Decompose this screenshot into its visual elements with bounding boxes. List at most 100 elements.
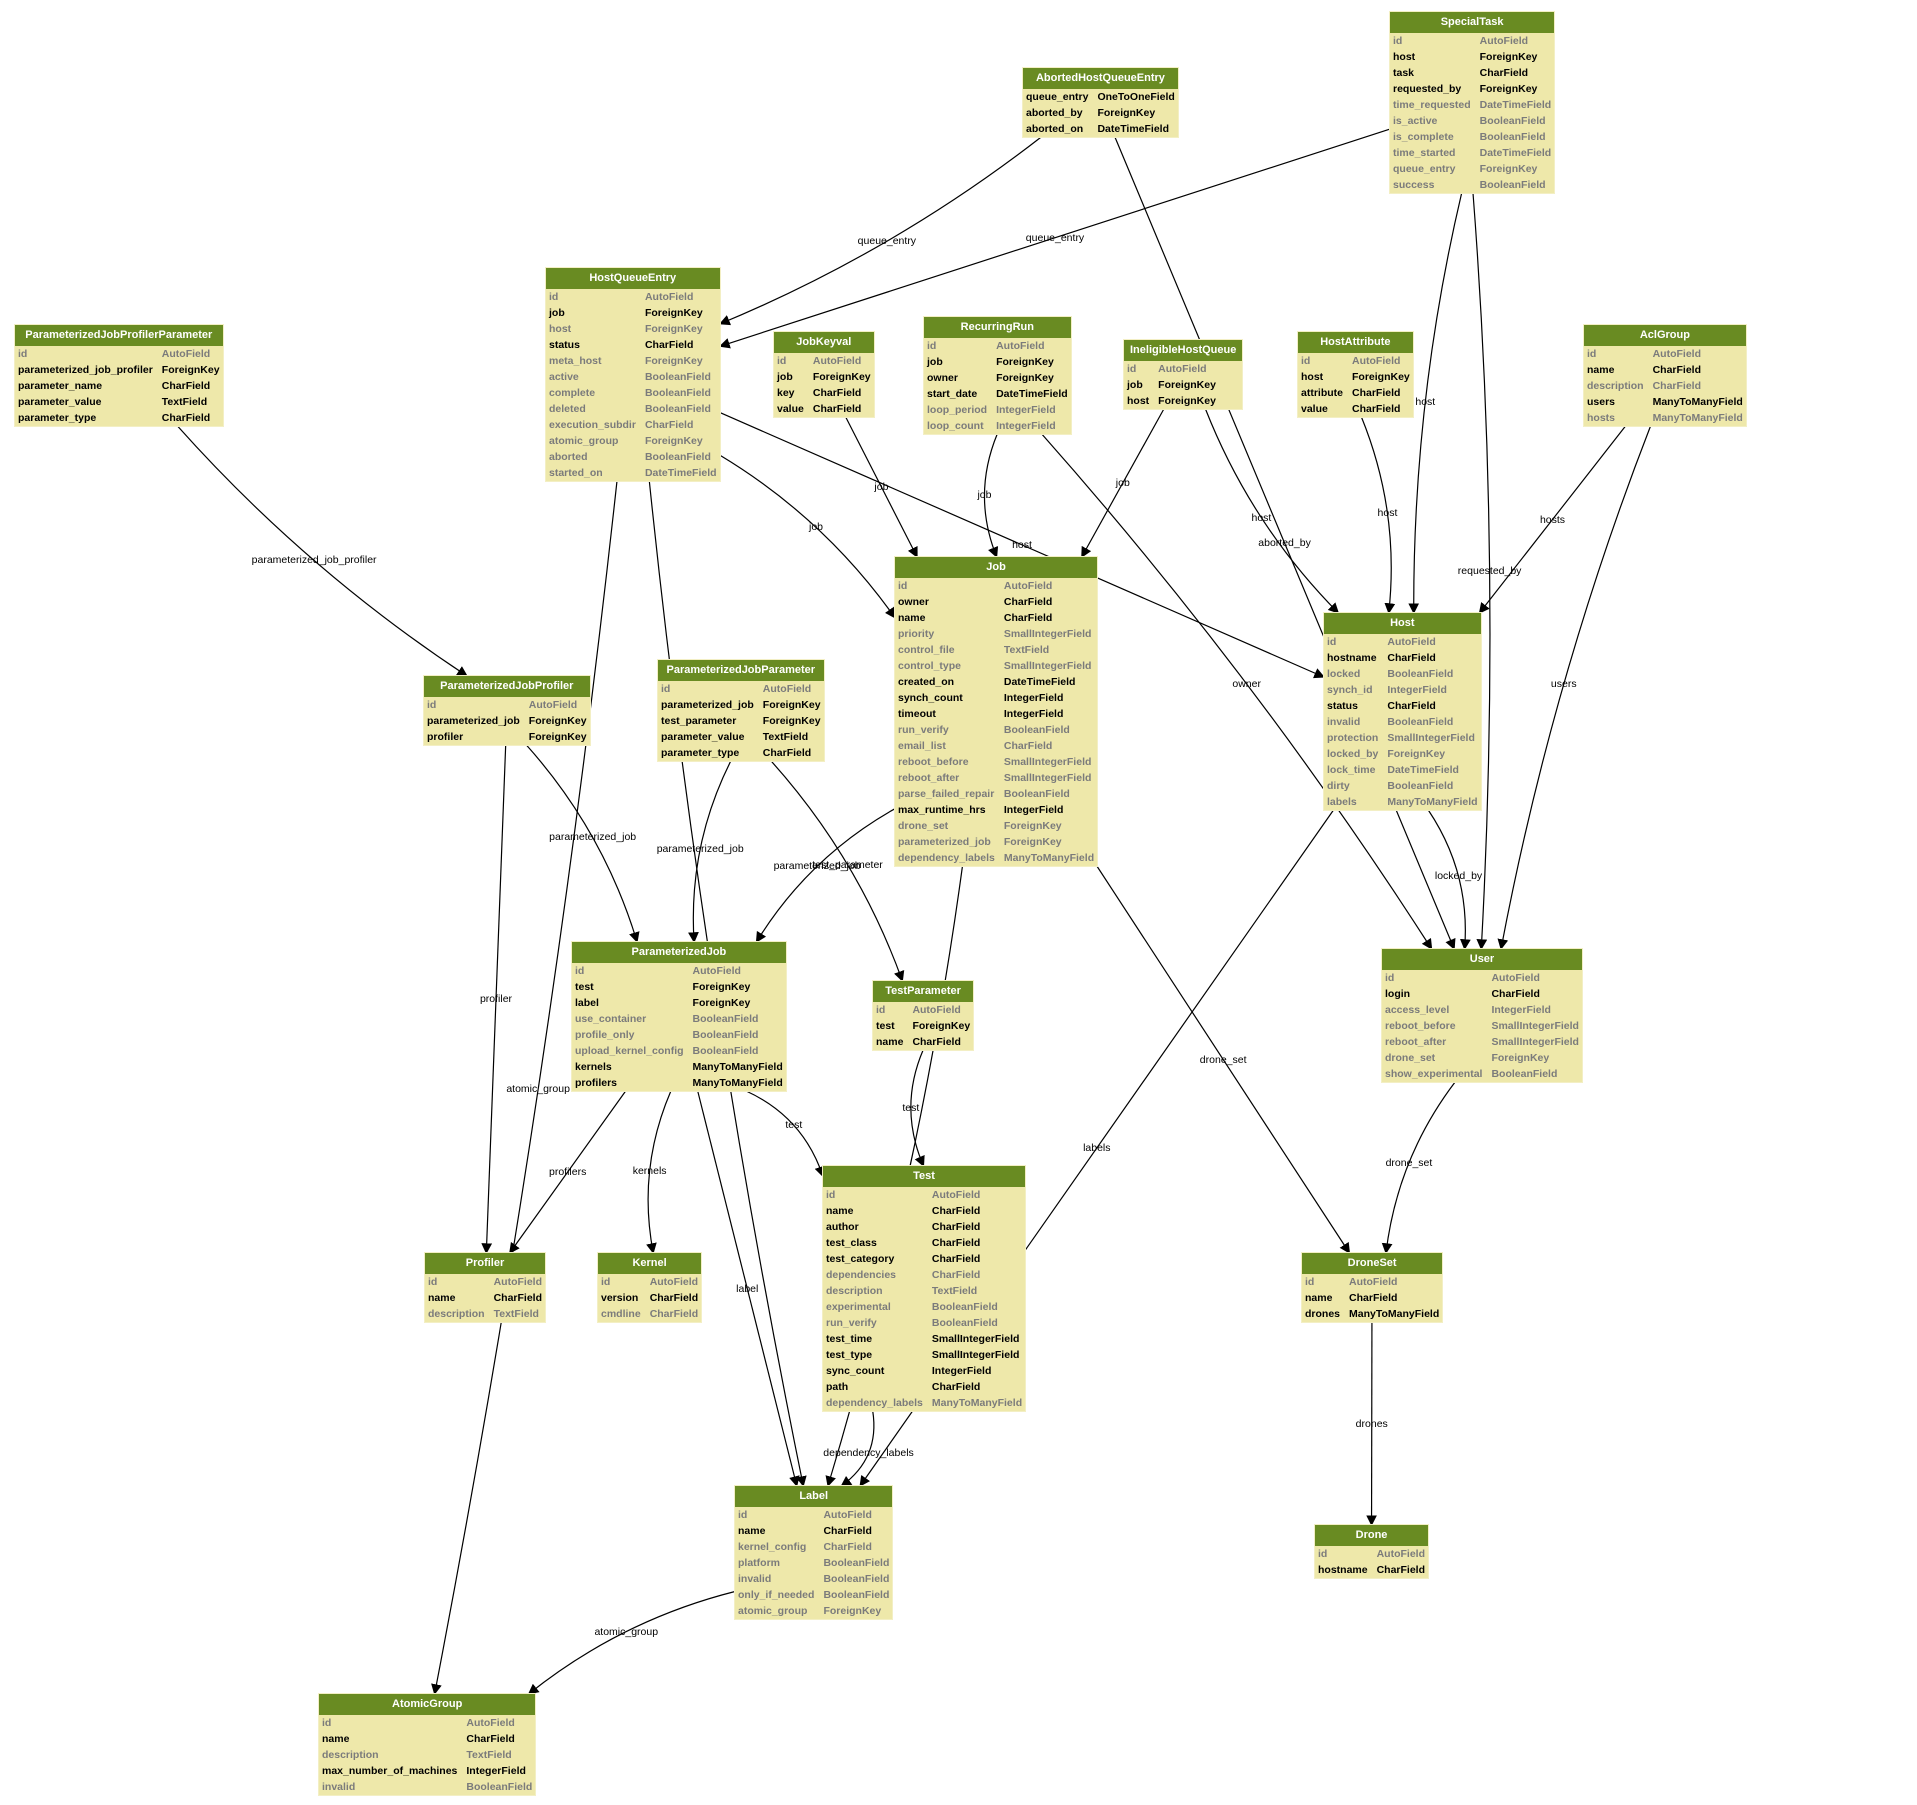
field-row: locked_by ForeignKey [1324, 746, 1481, 762]
field-type: AutoField [1158, 363, 1207, 375]
model-ineligible-host-queue[interactable]: IneligibleHostQueue id AutoField job Foreign… [1124, 340, 1243, 409]
field-name: control_type [898, 660, 962, 672]
model-atomic-group[interactable]: AtomicGroup id AutoField name CharField descr… [319, 1694, 536, 1795]
model-test[interactable]: Test id AutoField name CharField author CharFi… [823, 1166, 1026, 1411]
field-name: access_level [1385, 1004, 1450, 1016]
field-type: CharField [823, 1541, 872, 1553]
relation-label: drones [1355, 1417, 1388, 1430]
field-name: host [1393, 51, 1416, 63]
field-row: email_list CharField [895, 738, 1097, 754]
model-parameterized-job[interactable]: ParameterizedJob id AutoField test ForeignKe… [572, 942, 786, 1091]
field-row: control_type SmallIntegerField [895, 658, 1097, 674]
model-title: RecurringRun [924, 317, 1071, 338]
field-name: test_class [826, 1237, 877, 1249]
model-profiler[interactable]: Profiler id AutoField name CharField descript… [425, 1253, 546, 1322]
field-name: labels [1327, 796, 1357, 808]
field-row: reboot_after SmallIntegerField [895, 770, 1097, 786]
field-row: id AutoField [572, 963, 786, 979]
field-row: profiler ForeignKey [424, 729, 590, 745]
field-row: parameterized_job ForeignKey [658, 697, 824, 713]
model-special-task[interactable]: SpecialTask id AutoField host ForeignKey task… [1390, 12, 1555, 193]
field-row: users ManyToManyField [1584, 394, 1746, 410]
field-name: status [549, 339, 580, 351]
relation-edge [719, 136, 1042, 326]
field-name: parameterized_job [661, 699, 754, 711]
field-type: AutoField [1652, 348, 1702, 360]
field-type: SmallIntegerField [1003, 756, 1092, 768]
field-type: OneToOneField [1097, 91, 1175, 103]
model-label[interactable]: Label id AutoField name CharField kernel_conf… [735, 1486, 893, 1619]
model-recurring-run[interactable]: RecurringRun id AutoField job ForeignKey owne… [924, 317, 1071, 434]
field-type: CharField [1349, 1292, 1398, 1304]
field-row: is_complete BooleanField [1390, 129, 1554, 145]
relation-label: requested_by [1457, 564, 1522, 577]
field-type: ManyToManyField [1387, 796, 1478, 808]
field-type: ForeignKey [1158, 379, 1216, 391]
field-type: CharField [644, 339, 694, 351]
model-title: AtomicGroup [319, 1694, 536, 1715]
relation-label: users [1550, 678, 1577, 691]
field-name: aborted [549, 451, 588, 463]
model-host[interactable]: Host id AutoField hostname CharField locked Bo… [1324, 613, 1481, 810]
model-kernel[interactable]: Kernel id AutoField version CharField cmdline… [598, 1253, 702, 1322]
field-type: ForeignKey [762, 699, 821, 711]
relation-label: host [1415, 395, 1436, 408]
relation-edge [719, 454, 896, 619]
field-row: job ForeignKey [546, 305, 720, 321]
field-row: name CharField [823, 1203, 1025, 1219]
field-row: parameterized_job ForeignKey [424, 713, 590, 729]
field-list: id AutoField owner CharField name CharField pr… [895, 578, 1097, 866]
field-type: AutoField [161, 348, 211, 360]
field-row: synch_count IntegerField [895, 690, 1097, 706]
field-row: complete BooleanField [546, 385, 720, 401]
field-row: id AutoField [774, 353, 874, 369]
field-list: id AutoField name CharField author CharField t… [823, 1187, 1025, 1411]
relation-label: host [1012, 538, 1032, 551]
model-job[interactable]: Job id AutoField owner CharField name CharFiel… [895, 557, 1098, 866]
field-type: CharField [912, 1036, 961, 1048]
field-name: meta_host [549, 355, 602, 367]
model-parameterized-job-profiler-parameter[interactable]: ParameterizedJobProfilerParameter id AutoF… [15, 325, 223, 426]
model-host-attribute[interactable]: HostAttribute id AutoField host ForeignKey at… [1298, 332, 1413, 417]
field-type: CharField [649, 1292, 699, 1304]
model-title: ParameterizedJobParameter [658, 660, 824, 681]
field-row: reboot_before SmallIntegerField [1382, 1018, 1582, 1034]
model-acl-group[interactable]: AclGroup id AutoField name CharField descript… [1584, 325, 1746, 426]
model-user[interactable]: User id AutoField login CharField access_leve… [1382, 949, 1582, 1082]
field-name: id [1587, 348, 1597, 360]
field-name: id [1127, 363, 1137, 375]
model-host-queue-entry[interactable]: HostQueueEntry id AutoField job ForeignKey ho… [546, 268, 720, 481]
relation-edge [745, 1090, 826, 1178]
field-row: kernels ManyToManyField [572, 1059, 786, 1075]
field-row: attribute CharField [1298, 385, 1413, 401]
field-name: lock_time [1327, 764, 1376, 776]
model-aborted-host-queue-entry[interactable]: AbortedHostQueueEntry queue_entry OneToOne… [1023, 68, 1178, 137]
field-row: id AutoField [1324, 634, 1481, 650]
model-drone-set[interactable]: DroneSet id AutoField name CharField drones Ma… [1302, 1253, 1443, 1322]
model-drone[interactable]: Drone id AutoField hostname CharField [1315, 1525, 1429, 1578]
field-type: AutoField [1387, 636, 1436, 648]
field-name: timeout [898, 708, 936, 720]
field-row: test ForeignKey [572, 979, 786, 995]
field-name: hostname [1318, 1564, 1368, 1576]
field-type: AutoField [912, 1004, 961, 1016]
field-row: atomic_group ForeignKey [735, 1603, 892, 1619]
model-job-keyval[interactable]: JobKeyval id AutoField job ForeignKey key Char… [774, 332, 874, 417]
model-title: ParameterizedJobProfilerParameter [15, 325, 223, 346]
relation-label: queue_entry [857, 235, 917, 248]
field-row: id AutoField [924, 338, 1071, 354]
model-title: Test [823, 1166, 1026, 1187]
model-parameterized-job-profiler[interactable]: ParameterizedJobProfiler id AutoField param… [424, 676, 590, 745]
field-name: reboot_after [1385, 1036, 1447, 1048]
field-type: BooleanField [823, 1573, 890, 1585]
field-row: description CharField [1584, 378, 1746, 394]
field-name: run_verify [898, 724, 949, 736]
field-list: id AutoField login CharField access_level Int… [1382, 970, 1582, 1082]
field-name: dependency_labels [898, 852, 995, 864]
model-title: Drone [1315, 1525, 1429, 1546]
field-row: id AutoField [598, 1274, 701, 1290]
model-test-parameter[interactable]: TestParameter id AutoField test ForeignKey na… [873, 981, 974, 1050]
model-parameterized-job-parameter[interactable]: ParameterizedJobParameter id AutoField para… [658, 660, 824, 761]
field-name: hosts [1587, 412, 1616, 424]
field-name: parameter_name [18, 380, 103, 392]
